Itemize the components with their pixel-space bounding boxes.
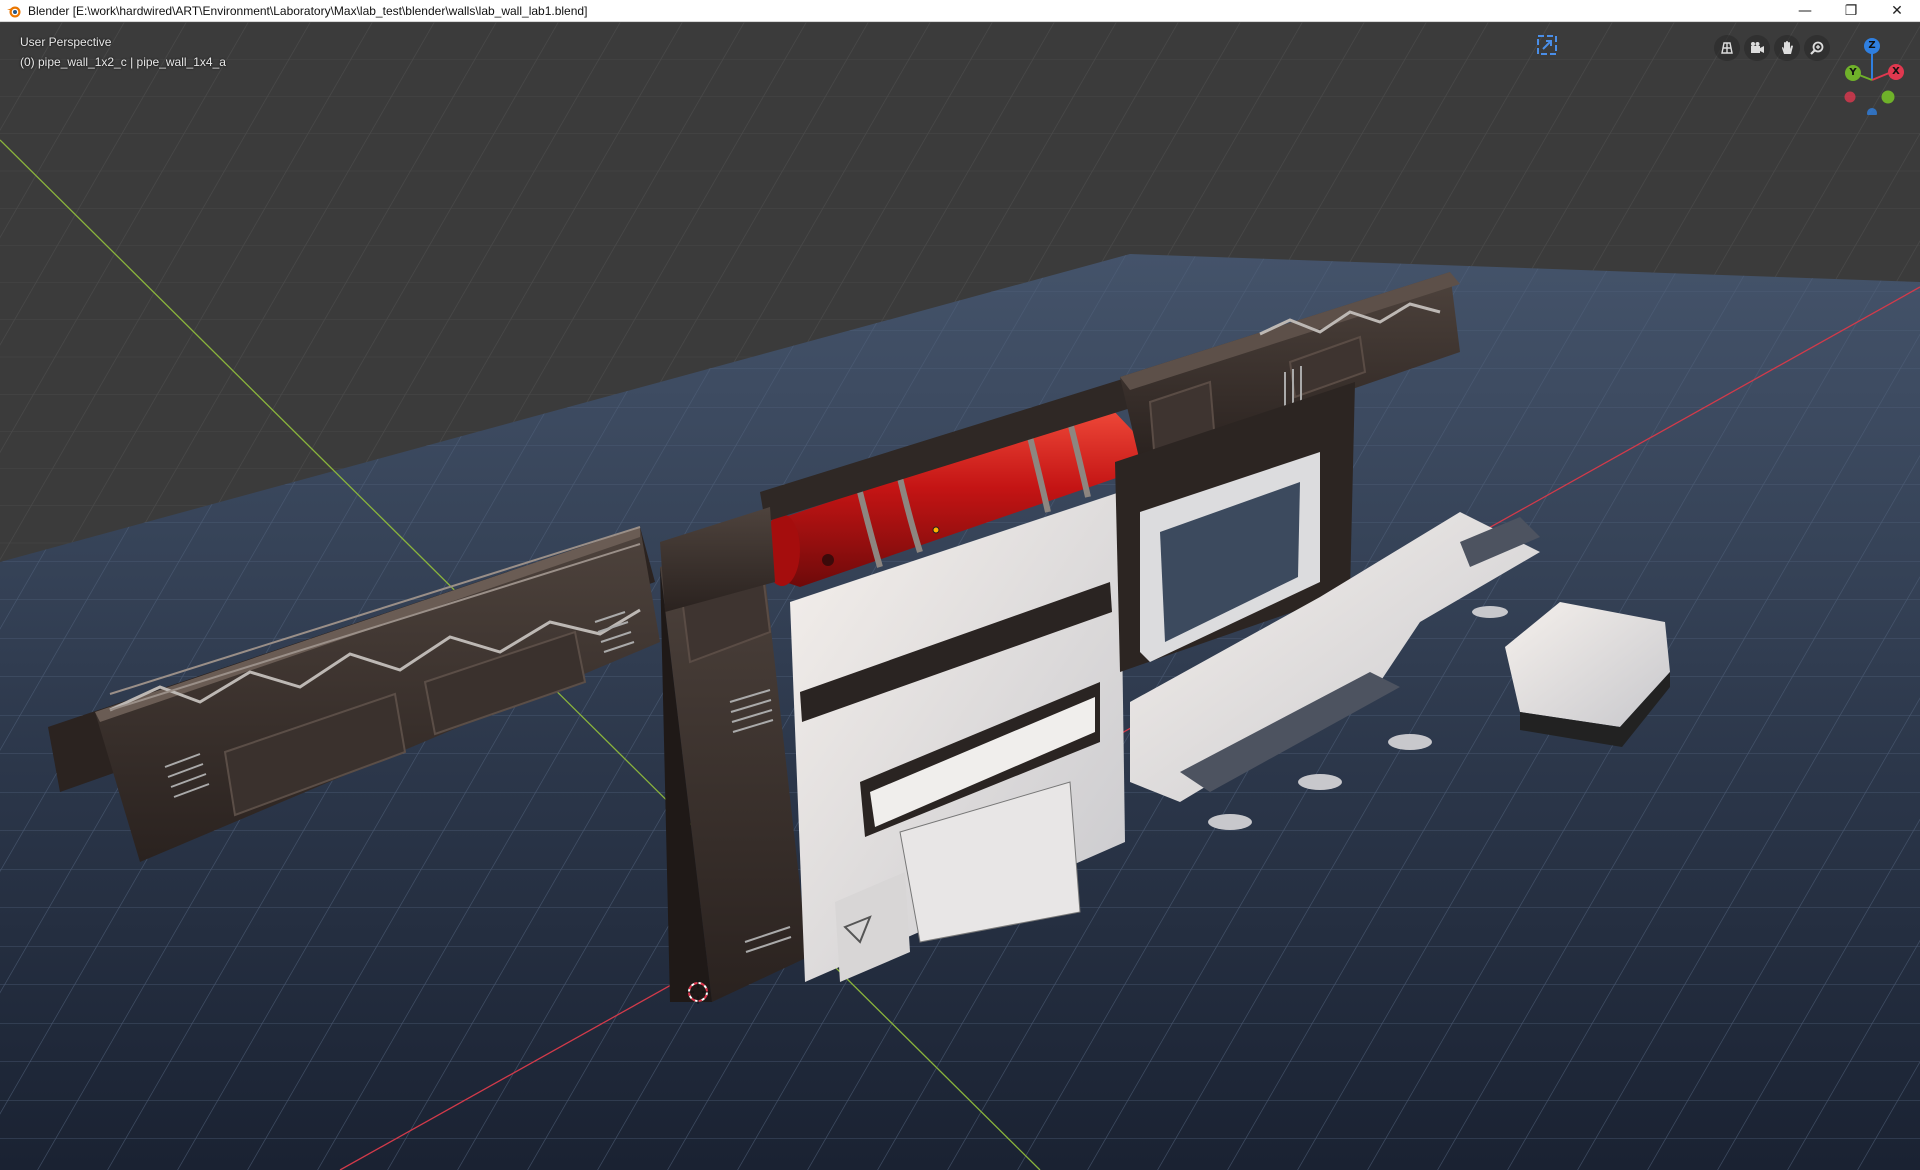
navigation-gizmo[interactable]: Z Y X: [1832, 35, 1912, 115]
magnifier-icon: [1810, 41, 1824, 55]
camera-view-button[interactable]: [1744, 35, 1770, 61]
view-type-label: User Perspective: [20, 35, 112, 49]
grid-perspective-icon: [1721, 42, 1733, 54]
camera-icon: [1751, 42, 1764, 53]
viewport-info: User Perspective (0) pipe_wall_1x2_c | p…: [20, 32, 226, 72]
hand-icon: [1782, 41, 1793, 54]
3d-viewport[interactable]: User Perspective (0) pipe_wall_1x2_c | p…: [0, 22, 1920, 1170]
object-origin: [932, 526, 940, 534]
window-title: Blender [E:\work\hardwired\ART\Environme…: [28, 3, 588, 18]
minimize-button[interactable]: —: [1782, 0, 1828, 22]
blender-logo-icon: [7, 6, 21, 17]
camera-lock-icon: [1537, 35, 1557, 55]
pan-view-button[interactable]: [1774, 35, 1800, 61]
zoom-view-button[interactable]: [1804, 35, 1830, 61]
viewport-scene: [0, 22, 1920, 1170]
active-object-label: (0) pipe_wall_1x2_c | pipe_wall_1x4_a: [20, 55, 226, 69]
toggle-ortho-button[interactable]: [1714, 35, 1740, 61]
axis-z-button[interactable]: Z: [1864, 38, 1880, 54]
axis-y-button[interactable]: Y: [1845, 65, 1861, 81]
close-button[interactable]: ✕: [1874, 0, 1920, 22]
camera-to-view-button[interactable]: [1534, 32, 1560, 58]
axis-x-button[interactable]: X: [1888, 64, 1904, 80]
restore-button[interactable]: ❐: [1828, 0, 1874, 22]
window-titlebar: Blender [E:\work\hardwired\ART\Environme…: [0, 0, 1920, 22]
